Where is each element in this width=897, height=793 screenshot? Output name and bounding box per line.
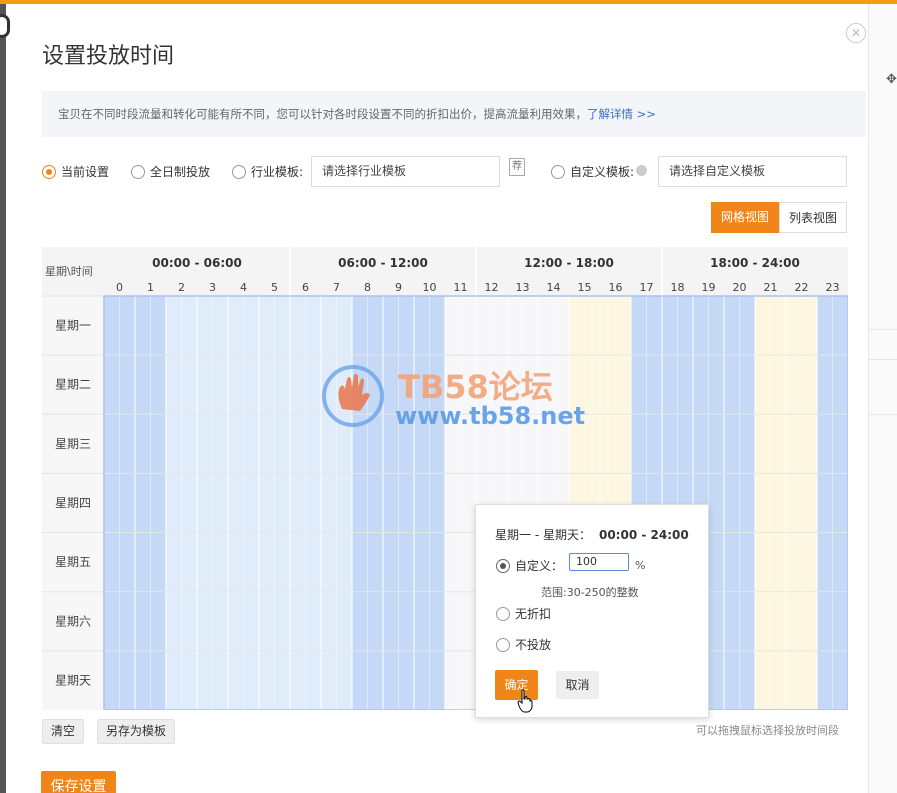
radio-no-discount[interactable]: 无折扣	[496, 605, 551, 622]
radio-no-deliver[interactable]: 不投放	[496, 636, 551, 653]
radio-current-setting[interactable]: 当前设置	[42, 163, 109, 180]
hour-label: 22	[795, 281, 809, 294]
tag-icon[interactable]: 荐	[509, 158, 525, 176]
hour-label: 17	[640, 281, 654, 294]
help-icon[interactable]	[636, 165, 647, 176]
grid-header-bg	[42, 247, 848, 296]
watermark-text-2: www.tb58.net	[395, 402, 586, 430]
drag-hint: 可以拖拽鼠标选择投放时间段	[696, 724, 839, 737]
day-label: 星期五	[55, 555, 91, 569]
day-label: 星期天	[55, 673, 91, 687]
percent-label: %	[635, 559, 646, 572]
corner-label: 星期\时间	[45, 265, 93, 278]
hour-label: 5	[271, 281, 278, 294]
radio-fullday[interactable]: 全日制投放	[131, 163, 210, 180]
radio-label: 不投放	[515, 638, 552, 652]
day-label: 星期四	[55, 496, 91, 510]
hour-label: 9	[395, 281, 402, 294]
hour-label: 12	[485, 281, 499, 294]
schedule-dialog-page: { "dialog": { "title": "设置投放时间", "close_…	[0, 0, 897, 793]
radio-label: 当前设置	[61, 165, 110, 179]
left-page-edge	[0, 4, 6, 793]
radio-label: 自定义：	[515, 559, 564, 573]
radio-label: 行业模板:	[251, 165, 304, 179]
hour-label: 13	[516, 281, 530, 294]
radio-label: 全日制投放	[150, 165, 211, 179]
day-label: 星期六	[55, 614, 91, 628]
watermark-hand-logo	[322, 365, 384, 427]
day-label: 星期二	[55, 378, 91, 392]
discount-popup: 星期一 - 星期天： 00:00 - 24:00 自定义： 100 % 范围:30…	[475, 504, 709, 718]
top-accent-bar	[0, 0, 897, 4]
popup-range-time: 00:00 - 24:00	[598, 528, 689, 542]
radio-circle[interactable]	[496, 558, 510, 573]
hour-label: 14	[547, 281, 561, 294]
range-hint: 范围:30-250的整数	[541, 586, 639, 599]
radio-label: 自定义模板:	[570, 165, 635, 179]
radio-circle[interactable]	[131, 164, 145, 179]
hour-label: 16	[609, 281, 623, 294]
hour-label: 8	[364, 281, 371, 294]
hand-cursor-icon	[517, 689, 533, 713]
divider	[869, 414, 897, 415]
hour-label: 0	[116, 281, 123, 294]
hour-label: 10	[423, 281, 437, 294]
learn-more-link[interactable]: 了解详情 >>	[587, 107, 656, 121]
divider	[869, 359, 897, 360]
cancel-button[interactable]: 取消	[556, 671, 599, 699]
industry-template-select[interactable]: 请选择行业模板	[311, 156, 500, 187]
divider	[869, 329, 897, 330]
hour-label: 11	[454, 281, 468, 294]
hour-label: 15	[578, 281, 592, 294]
hour-label: 20	[733, 281, 747, 294]
range-label: 12:00 - 18:00	[524, 256, 614, 270]
hour-label: 23	[826, 281, 840, 294]
radio-custom-discount[interactable]: 自定义：	[496, 557, 563, 574]
hour-label: 2	[178, 281, 185, 294]
hour-label: 18	[671, 281, 685, 294]
radio-circle[interactable]	[496, 637, 510, 652]
schedule-grid[interactable]: 星期\时间 00:00 - 06:00 06:00 - 12:00 12:00 - 1…	[42, 247, 848, 710]
tab-list-view[interactable]: 列表视图	[779, 202, 847, 233]
right-side-panel: ✥	[868, 4, 897, 793]
radio-circle[interactable]	[496, 606, 510, 621]
hour-label: 6	[302, 281, 309, 294]
day-label: 星期三	[55, 437, 91, 451]
save-settings-button[interactable]: 保存设置	[41, 771, 116, 793]
popup-range-label: 星期一 - 星期天：	[495, 528, 591, 542]
hour-label: 1	[147, 281, 154, 294]
radio-circle[interactable]	[42, 164, 56, 179]
hour-label: 21	[764, 281, 778, 294]
hour-label: 7	[333, 281, 340, 294]
tip-text: 宝贝在不同时段流量和转化可能有所不同，您可以针对各时段设置不同的折扣出价，提高流…	[58, 107, 587, 121]
popup-range-heading: 星期一 - 星期天： 00:00 - 24:00	[495, 526, 689, 543]
radio-label: 无折扣	[515, 607, 552, 621]
tip-banner: 宝贝在不同时段流量和转化可能有所不同，您可以针对各时段设置不同的折扣出价，提高流…	[42, 91, 866, 137]
save-template-button[interactable]: 另存为模板	[97, 719, 175, 744]
range-label: 06:00 - 12:00	[338, 256, 428, 270]
discount-input[interactable]: 100	[569, 553, 629, 571]
hour-label: 4	[240, 281, 247, 294]
left-edge-icon	[0, 14, 10, 38]
radio-circle[interactable]	[232, 164, 246, 179]
custom-template-select[interactable]: 请选择自定义模板	[658, 156, 847, 187]
hour-label: 3	[209, 281, 216, 294]
tab-grid-view[interactable]: 网格视图	[711, 202, 779, 233]
move-icon: ✥	[886, 72, 897, 87]
hour-label: 19	[702, 281, 716, 294]
radio-circle[interactable]	[551, 164, 565, 179]
range-label: 18:00 - 24:00	[710, 256, 800, 270]
radio-industry-template[interactable]: 行业模板:	[232, 163, 303, 180]
close-icon[interactable]: ✕	[846, 23, 866, 43]
clear-button[interactable]: 清空	[42, 719, 84, 744]
radio-custom-template[interactable]: 自定义模板:	[551, 163, 634, 180]
page-title: 设置投放时间	[42, 44, 175, 69]
day-label: 星期一	[55, 319, 91, 333]
range-label: 00:00 - 06:00	[152, 256, 242, 270]
